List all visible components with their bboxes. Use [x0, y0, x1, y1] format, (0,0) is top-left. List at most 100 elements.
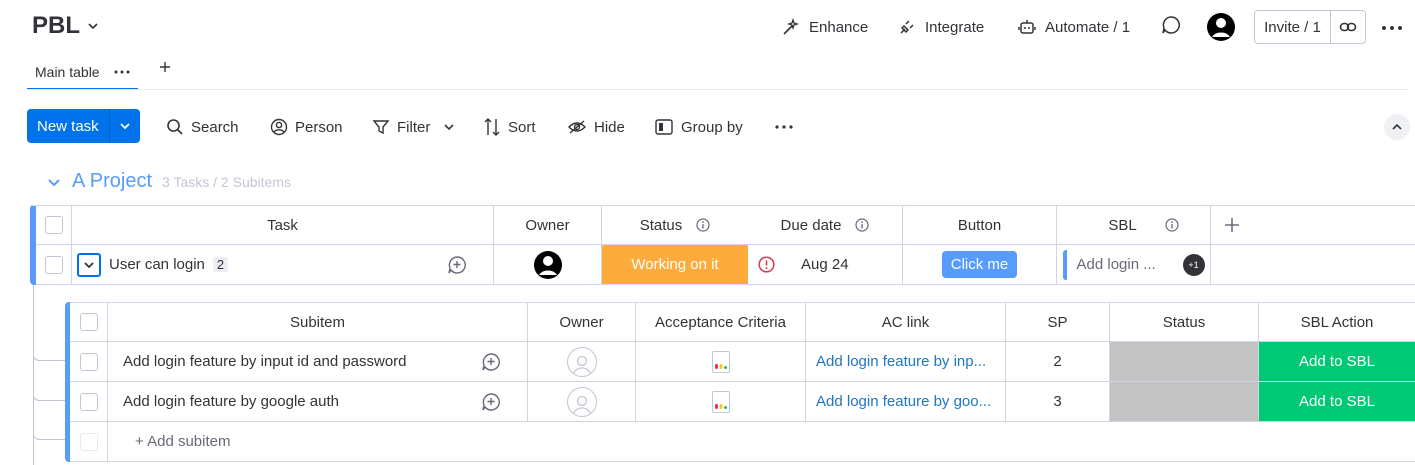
- subitem-status-cell[interactable]: [1110, 342, 1259, 382]
- new-task-button[interactable]: New task: [27, 109, 110, 143]
- sub-column-header-sp[interactable]: SP: [1006, 303, 1110, 342]
- sp-cell[interactable]: 2: [1006, 342, 1110, 382]
- select-all-checkbox[interactable]: [44, 216, 63, 234]
- person-filter-button[interactable]: Person: [270, 116, 343, 138]
- subitem-status-cell[interactable]: [1110, 382, 1259, 422]
- ac-link-cell[interactable]: Add login feature by goo...: [806, 382, 1006, 422]
- acceptance-criteria-cell[interactable]: [636, 342, 806, 382]
- group-title[interactable]: A Project: [72, 170, 152, 193]
- avatar[interactable]: [1206, 12, 1236, 42]
- subitem-owner-cell[interactable]: [528, 342, 636, 382]
- info-icon[interactable]: [1165, 218, 1179, 232]
- chevron-down-icon[interactable]: [443, 121, 455, 133]
- subitem-checkbox[interactable]: [79, 392, 98, 411]
- add-subitem-checkbox: [79, 432, 98, 451]
- column-header-task-label: Task: [267, 216, 298, 234]
- sub-column-header-acceptance[interactable]: Acceptance Criteria: [636, 303, 806, 342]
- column-header-sbl[interactable]: SBL: [1057, 206, 1211, 245]
- status-cell[interactable]: Working on it: [602, 245, 748, 285]
- subitem-checkbox[interactable]: [79, 352, 98, 371]
- doc-icon[interactable]: [711, 390, 730, 413]
- subitem-name-cell[interactable]: Add login feature by google auth: [108, 382, 528, 422]
- row-checkbox[interactable]: [44, 255, 63, 274]
- column-header-owner[interactable]: Owner: [494, 206, 602, 245]
- add-subitem-label[interactable]: + Add subitem: [135, 433, 230, 450]
- add-view-icon[interactable]: [158, 60, 172, 74]
- column-header-task[interactable]: Task: [72, 206, 494, 245]
- task-cell[interactable]: User can login 2: [72, 245, 494, 285]
- more-toolbar-icon[interactable]: [774, 116, 794, 138]
- add-subitem-row[interactable]: + Add subitem: [108, 422, 1415, 462]
- add-to-sbl-button[interactable]: Add to SBL: [1259, 382, 1415, 422]
- group-by-button[interactable]: Group by: [654, 116, 743, 138]
- ac-link-cell[interactable]: Add login feature by inp...: [806, 342, 1006, 382]
- chevron-down-icon: [119, 120, 131, 132]
- task-name[interactable]: User can login: [109, 256, 205, 273]
- integrate-button[interactable]: Integrate: [897, 14, 984, 40]
- sub-column-header-sp-label: SP: [1047, 313, 1068, 331]
- owner-cell[interactable]: [494, 245, 602, 285]
- sbl-connected-item[interactable]: Add login ... +1: [1062, 249, 1205, 280]
- filter-button[interactable]: Filter: [372, 116, 455, 138]
- group-header: A Project 3 Tasks / 2 Subitems: [46, 170, 291, 193]
- subitem-tree-branch: [33, 330, 65, 361]
- hide-button[interactable]: Hide: [567, 116, 625, 138]
- group-collapse-icon[interactable]: [46, 174, 62, 190]
- enhance-button[interactable]: Enhance: [781, 14, 868, 40]
- sort-button[interactable]: Sort: [483, 116, 536, 138]
- chat-icon[interactable]: [1160, 14, 1182, 40]
- add-column-icon[interactable]: [1223, 216, 1241, 234]
- copy-link-button[interactable]: [1331, 11, 1365, 43]
- collapse-header-button[interactable]: [1384, 114, 1410, 140]
- add-update-icon[interactable]: [481, 352, 501, 372]
- subitem-name[interactable]: Add login feature by google auth: [123, 393, 339, 410]
- sbl-cell[interactable]: Add login ... +1: [1057, 245, 1211, 285]
- column-header-status-label: Status: [639, 216, 683, 234]
- add-to-sbl-button[interactable]: Add to SBL: [1259, 342, 1415, 382]
- more-options-icon[interactable]: [1380, 18, 1404, 38]
- board-title-text: PBL: [32, 12, 80, 39]
- sub-column-header-owner[interactable]: Owner: [528, 303, 636, 342]
- subitem-select-all-checkbox[interactable]: [79, 313, 98, 331]
- column-header-due-date[interactable]: Due date: [748, 206, 903, 245]
- empty-avatar-icon: [566, 346, 597, 377]
- add-update-icon[interactable]: [447, 255, 467, 275]
- automate-button[interactable]: Automate / 1: [1017, 14, 1130, 40]
- plug-icon: [897, 17, 917, 37]
- tab-main-table[interactable]: Main table: [27, 56, 138, 90]
- column-header-button[interactable]: Button: [903, 206, 1057, 245]
- tab-options-icon[interactable]: [114, 68, 130, 76]
- sub-column-header-sbl-action[interactable]: SBL Action: [1259, 303, 1415, 342]
- avatar: [533, 250, 563, 280]
- new-task-dropdown[interactable]: [110, 109, 140, 143]
- ac-link[interactable]: Add login feature by inp...: [816, 353, 986, 370]
- expand-subitems-button[interactable]: [77, 252, 101, 277]
- subitem-name[interactable]: Add login feature by input id and passwo…: [123, 353, 407, 370]
- subitem-owner-cell[interactable]: [528, 382, 636, 422]
- board-title[interactable]: PBL: [32, 12, 100, 40]
- tab-main-label: Main table: [35, 64, 100, 80]
- overdue-alert-icon: [758, 256, 775, 273]
- sub-column-header-status[interactable]: Status: [1110, 303, 1259, 342]
- sub-column-header-subitem[interactable]: Subitem: [108, 303, 528, 342]
- eye-off-icon: [567, 118, 587, 136]
- sp-cell[interactable]: 3: [1006, 382, 1110, 422]
- add-subitem-select-cell: [70, 422, 108, 462]
- acceptance-criteria-cell[interactable]: [636, 382, 806, 422]
- ac-link[interactable]: Add login feature by goo...: [816, 393, 991, 410]
- invite-button[interactable]: Invite / 1: [1255, 11, 1331, 43]
- click-me-button[interactable]: Click me: [941, 251, 1018, 278]
- invite-group: Invite / 1: [1254, 10, 1366, 44]
- search-button[interactable]: Search: [166, 116, 239, 138]
- sub-column-header-ac-link[interactable]: AC link: [806, 303, 1006, 342]
- doc-icon[interactable]: [711, 350, 730, 373]
- subitem-select-cell: [70, 342, 108, 382]
- column-header-status[interactable]: Status: [602, 206, 748, 245]
- info-icon[interactable]: [855, 218, 870, 232]
- add-update-icon[interactable]: [481, 392, 501, 412]
- integrate-label: Integrate: [925, 18, 985, 36]
- due-date-cell[interactable]: Aug 24: [748, 245, 903, 285]
- info-icon[interactable]: [696, 218, 710, 232]
- sub-column-header-sbl-action-label: SBL Action: [1300, 313, 1374, 331]
- subitem-name-cell[interactable]: Add login feature by input id and passwo…: [108, 342, 528, 382]
